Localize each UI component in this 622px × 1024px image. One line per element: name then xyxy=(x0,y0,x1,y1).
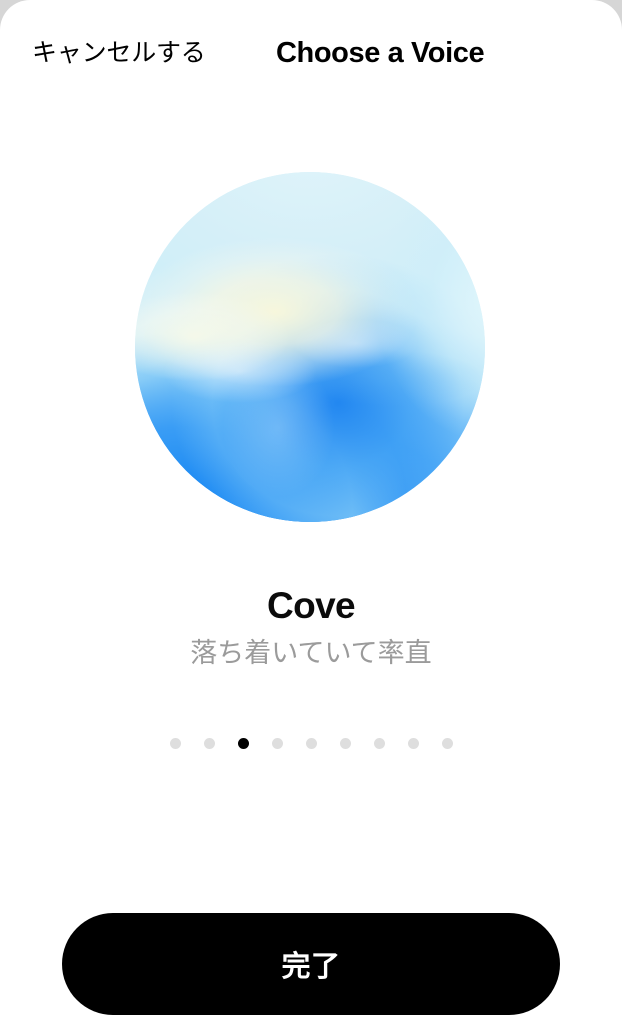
pagination-dot[interactable] xyxy=(271,738,283,749)
orb-wisp-layer xyxy=(135,172,485,522)
pagination-dot[interactable] xyxy=(203,738,215,749)
pagination-dot[interactable] xyxy=(407,738,419,749)
voice-picker-sheet: キャンセルする Choose a Voice Cove 落ち着いていて率直 完了 xyxy=(0,0,622,1024)
page-title: Choose a Voice xyxy=(276,37,485,69)
voice-orb-container[interactable] xyxy=(135,172,485,522)
voice-orb-image[interactable] xyxy=(135,172,485,522)
pagination-dot[interactable] xyxy=(339,738,351,749)
pagination-dot[interactable] xyxy=(305,738,317,749)
done-button[interactable]: 完了 xyxy=(62,913,560,1015)
sheet-header: キャンセルする Choose a Voice xyxy=(0,0,622,100)
voice-name: Cove xyxy=(266,585,356,626)
cancel-button[interactable]: キャンセルする xyxy=(32,38,206,68)
pagination-dot[interactable] xyxy=(441,738,453,749)
pagination-dot[interactable] xyxy=(373,738,385,749)
voice-description: 落ち着いていて率直 xyxy=(190,638,432,668)
pagination-dot-active[interactable] xyxy=(237,738,249,749)
pagination-dot[interactable] xyxy=(169,738,181,749)
pagination-dots xyxy=(0,738,622,749)
